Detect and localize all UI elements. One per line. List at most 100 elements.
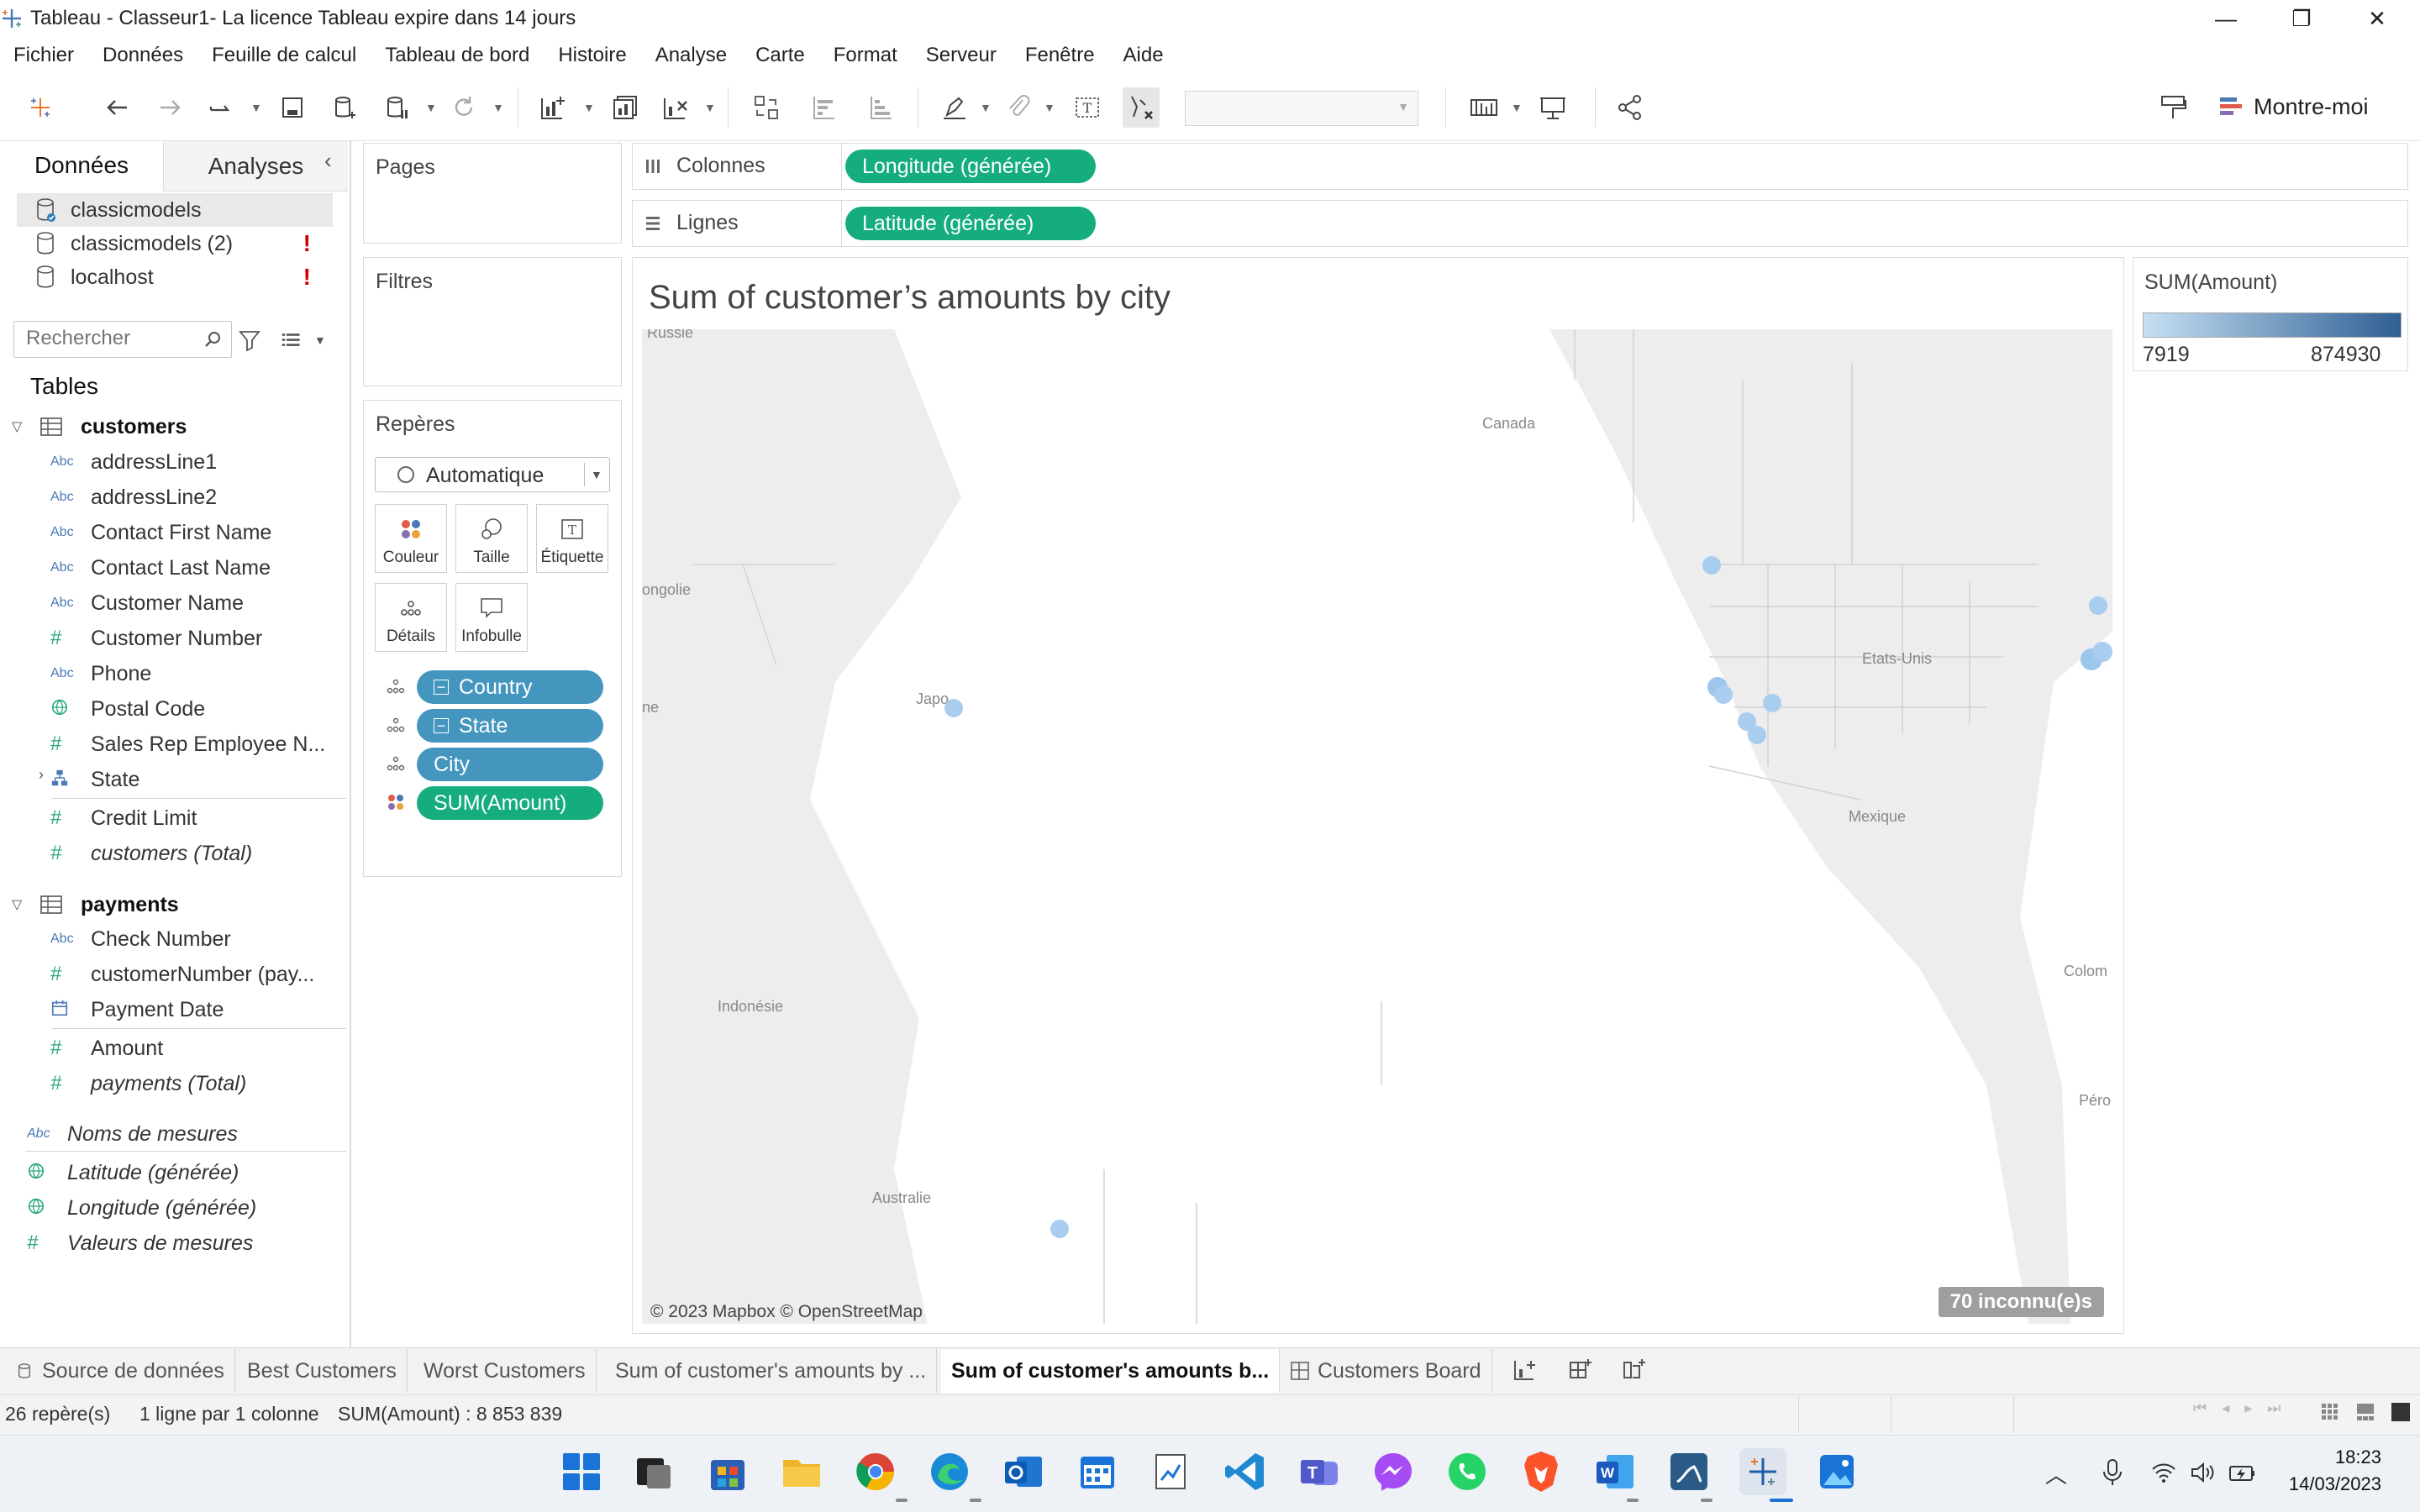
chevron-down-icon[interactable]: ▼ — [250, 101, 262, 114]
table-payments[interactable]: ▽ payments — [12, 888, 179, 921]
collapse-icon[interactable]: ▽ — [12, 896, 30, 913]
menu-file[interactable]: Fichier — [13, 44, 74, 67]
tab-data[interactable]: Données — [0, 141, 163, 192]
sheet-sorter-icon[interactable] — [2321, 1403, 2339, 1421]
wifi-icon[interactable] — [2151, 1462, 2176, 1483]
search-input[interactable] — [14, 322, 191, 355]
field-item[interactable]: Abc Customer Name — [50, 586, 346, 620]
field-item[interactable]: Abc Contact Last Name — [50, 551, 346, 585]
menu-window[interactable]: Fenêtre — [1025, 44, 1095, 67]
filters-shelf[interactable]: Filtres — [363, 257, 622, 386]
save-icon[interactable] — [274, 87, 311, 128]
photos-icon[interactable] — [1813, 1448, 1860, 1495]
tableau-home-icon[interactable] — [22, 87, 59, 128]
menu-data[interactable]: Données — [103, 44, 183, 67]
microphone-icon[interactable] — [2101, 1458, 2124, 1487]
datasource-item[interactable]: localhost ! — [17, 260, 333, 294]
datasource-item[interactable]: classicmodels (2) ! — [17, 227, 333, 260]
calendar-icon[interactable] — [1074, 1448, 1121, 1495]
undo-icon[interactable] — [99, 87, 136, 128]
teams-icon[interactable]: T — [1296, 1448, 1343, 1495]
field-item[interactable]: # customerNumber (pay... — [50, 958, 346, 991]
tab-view-icon[interactable] — [2391, 1403, 2410, 1421]
store-icon[interactable] — [704, 1448, 751, 1495]
tab-analytics[interactable]: Analyses — [163, 141, 348, 192]
mysql-workbench-icon[interactable] — [1665, 1448, 1712, 1495]
search-field[interactable] — [13, 321, 232, 358]
field-item[interactable]: Abc Noms de mesures — [27, 1117, 323, 1151]
sheet-nav-arrows[interactable]: ⏮◂▸⏭ — [2193, 1399, 2296, 1417]
chevron-down-icon[interactable]: ▼ — [1044, 101, 1055, 114]
expand-icon[interactable]: › — [39, 766, 44, 784]
field-item[interactable]: # Sales Rep Employee N... — [50, 727, 346, 761]
brave-icon[interactable] — [1518, 1448, 1565, 1495]
share-icon[interactable] — [1612, 87, 1649, 128]
new-worksheet-icon[interactable] — [534, 87, 571, 128]
menu-server[interactable]: Serveur — [926, 44, 997, 67]
new-dashboard-icon[interactable] — [1568, 1357, 1593, 1383]
replay-icon[interactable] — [203, 87, 240, 128]
datasource-item[interactable]: classicmodels — [17, 193, 333, 227]
menu-map[interactable]: Carte — [755, 44, 805, 67]
map-point[interactable] — [1702, 556, 1721, 575]
field-item[interactable]: Abc Check Number — [50, 922, 346, 956]
tab-sum-amounts-2[interactable]: Sum of customer's amounts b... — [941, 1349, 1281, 1393]
show-me-button[interactable]: Montre-moi — [2254, 94, 2369, 120]
map-point[interactable] — [1748, 726, 1766, 744]
tab-data-source[interactable]: Source de données — [7, 1349, 235, 1393]
menu-worksheet[interactable]: Feuille de calcul — [212, 44, 356, 67]
filter-icon[interactable] — [237, 328, 262, 353]
chevron-down-icon[interactable]: ▼ — [492, 101, 504, 114]
new-story-icon[interactable] — [1622, 1357, 1647, 1383]
field-item[interactable]: Abc Contact First Name — [50, 516, 346, 549]
duplicate-sheet-icon[interactable] — [607, 87, 644, 128]
word-icon[interactable]: W — [1591, 1448, 1639, 1495]
task-view-icon[interactable] — [630, 1448, 677, 1495]
field-item[interactable]: Payment Date — [50, 993, 346, 1026]
whatsapp-icon[interactable] — [1444, 1448, 1491, 1495]
map-point[interactable] — [1050, 1220, 1069, 1238]
map-point[interactable] — [1714, 685, 1733, 704]
file-explorer-icon[interactable] — [778, 1448, 825, 1495]
field-item[interactable]: # Customer Number — [50, 622, 346, 655]
field-item[interactable]: Abc addressLine1 — [50, 445, 346, 479]
chevron-down-icon[interactable]: ▼ — [1511, 101, 1523, 114]
show-labels-icon[interactable]: T — [1069, 87, 1106, 128]
swap-rows-columns-icon[interactable] — [748, 87, 785, 128]
refresh-icon[interactable] — [445, 87, 482, 128]
redo-icon[interactable] — [151, 87, 188, 128]
close-button[interactable]: ✕ — [2339, 0, 2415, 37]
new-worksheet-icon[interactable] — [1512, 1357, 1538, 1383]
group-members-icon[interactable] — [1000, 87, 1037, 128]
marks-pill-state[interactable]: − State — [417, 709, 603, 743]
unknown-indicator[interactable]: 70 inconnu(e)s — [1938, 1287, 2104, 1317]
tab-customers-board[interactable]: Customers Board — [1281, 1349, 1492, 1393]
clear-sheet-icon[interactable] — [657, 87, 694, 128]
chevron-down-icon[interactable]: ▼ — [425, 101, 437, 114]
map-point[interactable] — [2089, 596, 2107, 615]
field-item[interactable]: # customers (Total) — [50, 837, 346, 870]
collapse-icon[interactable]: ▽ — [12, 418, 30, 435]
field-item[interactable]: Abc Phone — [50, 657, 346, 690]
chevron-down-icon[interactable]: ▼ — [980, 101, 992, 114]
field-item[interactable]: Abc addressLine2 — [50, 480, 346, 514]
fit-dropdown[interactable]: ▼ — [1185, 91, 1418, 126]
tooltip-button[interactable]: Infobulle — [455, 583, 528, 652]
field-item[interactable]: Latitude (générée) — [27, 1156, 323, 1189]
chevron-up-icon[interactable]: ︿ — [2045, 1458, 2067, 1489]
detail-button[interactable]: Détails — [375, 583, 447, 652]
label-button[interactable]: T Étiquette — [536, 504, 608, 573]
map-point[interactable] — [1763, 694, 1781, 712]
map-view[interactable]: Russie Canada ongolie Etats-Unis Japo ne… — [642, 329, 2112, 1324]
edge-icon[interactable] — [926, 1448, 973, 1495]
highlight-icon[interactable] — [936, 87, 973, 128]
new-datasource-icon[interactable] — [326, 87, 363, 128]
field-item[interactable]: # Valeurs de mesures — [27, 1226, 323, 1260]
clock-time[interactable]: 18:23 — [2277, 1446, 2381, 1468]
collapse-hierarchy-icon[interactable]: − — [434, 680, 449, 695]
restore-button[interactable]: ❐ — [2264, 0, 2339, 37]
messenger-icon[interactable] — [1370, 1448, 1417, 1495]
battery-charging-icon[interactable] — [2228, 1462, 2257, 1485]
collapse-hierarchy-icon[interactable]: − — [434, 718, 449, 733]
outlook-icon[interactable] — [1000, 1448, 1047, 1495]
